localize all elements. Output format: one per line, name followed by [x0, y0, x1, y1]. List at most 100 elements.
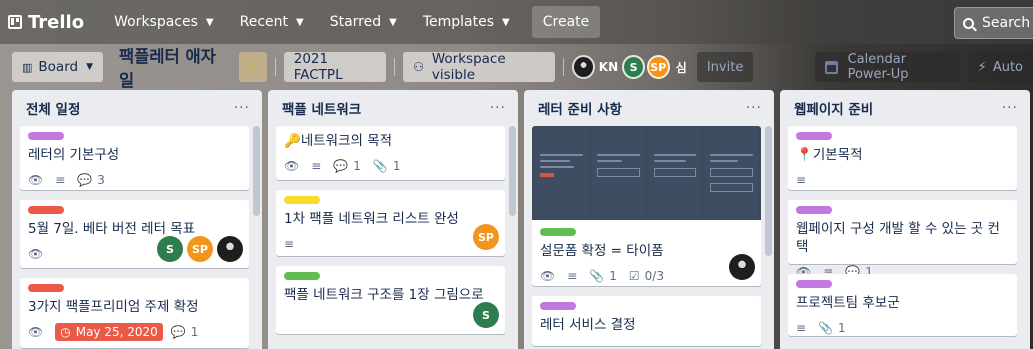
list-웹페이지-준비: 웹페이지 준비 ··· 📍기본목적 ≡ 웹페이지 구성 개발 할 수 있는 곳 …	[780, 90, 1030, 349]
logo-text: Trello	[28, 11, 85, 33]
list-menu-button[interactable]: ···	[234, 100, 250, 116]
member-avatar[interactable]: S	[473, 302, 499, 328]
attachment-badge: 📎 1	[818, 321, 846, 335]
trello-logo[interactable]: Trello	[8, 12, 84, 33]
nav-recent-label: Recent	[239, 14, 289, 30]
card-badges: 👁 ≡ 💬 1 📎 1	[284, 156, 497, 176]
card-label-green[interactable]	[540, 228, 576, 236]
nav-templates-label: Templates	[422, 14, 495, 30]
list-title[interactable]: 웹페이지 준비	[794, 98, 873, 118]
card-title: 설문폼 확정 = 타이폼	[540, 243, 664, 259]
cover-panel	[648, 126, 702, 220]
card-title: 레터 서비스 결정	[540, 317, 636, 333]
visibility-button[interactable]: ⚇ Workspace visible	[403, 51, 555, 83]
cover-panel	[705, 126, 758, 220]
card[interactable]: 레터 서비스 결정	[532, 296, 761, 346]
watch-icon: 👁	[28, 173, 44, 187]
due-date: May 25, 2020	[75, 325, 158, 339]
card-label-purple[interactable]	[540, 302, 576, 310]
automation-icon: ⚡	[977, 59, 987, 75]
card[interactable]: 웹페이지 구성 개발 할 수 있는 곳 컨택 👁 ≡ 💬 1	[788, 200, 1017, 279]
cover-panel	[591, 126, 645, 220]
card-label-red[interactable]	[28, 206, 64, 214]
list-header: 레터 준비 사항 ···	[532, 90, 766, 126]
list-scrollbar[interactable]	[509, 126, 516, 216]
nav-templates[interactable]: Templates ▼	[415, 6, 518, 38]
description-icon: ≡	[567, 269, 578, 283]
board-view-label: Board	[38, 59, 79, 75]
invite-button[interactable]: Invite	[696, 52, 754, 82]
card-badges: ≡ 📎 1	[796, 318, 1009, 338]
star-button[interactable]: ☆	[238, 52, 267, 82]
board-view-switcher[interactable]: ▥ Board ▼	[12, 52, 104, 82]
card-label-red[interactable]	[28, 284, 64, 292]
board-title[interactable]: 팩플레터 애자일	[119, 43, 225, 91]
card[interactable]: 설문폼 확정 = 타이폼 👁 ≡ 📎 1 ☑ 0/3	[532, 126, 761, 286]
nav-workspaces[interactable]: Workspaces ▼	[106, 6, 222, 38]
list-title[interactable]: 레터 준비 사항	[538, 98, 622, 118]
checklist-count: 0/3	[644, 269, 664, 283]
list-scrollbar[interactable]	[253, 126, 260, 216]
workspace-button[interactable]: 2021 FACTPL	[283, 51, 387, 83]
board-header: ▥ Board ▼ 팩플레터 애자일 ☆ 2021 FACTPL ⚇ Works…	[0, 43, 1033, 91]
card[interactable]: 🔑네트워크의 목적 👁 ≡ 💬 1 📎 1	[276, 126, 505, 180]
list-header: 웹페이지 준비 ···	[788, 90, 1022, 126]
card-label-green[interactable]	[284, 272, 320, 280]
comment-count: 3	[97, 173, 105, 187]
clock-icon: ◷	[60, 325, 71, 339]
nav-recent[interactable]: Recent ▼	[232, 6, 312, 38]
card[interactable]: 5월 7일. 베타 버전 레터 목표 👁 S SP	[20, 200, 249, 268]
card-title: 웹페이지 구성 개발 할 수 있는 곳 컨택	[796, 221, 1000, 255]
list-menu-button[interactable]: ···	[490, 100, 506, 116]
top-header: Trello Workspaces ▼ Recent ▼ Starred ▼ T…	[0, 0, 1033, 44]
card[interactable]: 1차 팩플 네트워크 리스트 완성 ≡ SP	[276, 190, 505, 256]
member-avatar[interactable]: SP	[187, 236, 213, 262]
card-badges: 👁 ≡ 💬 3	[28, 170, 241, 190]
list-menu-button[interactable]: ···	[746, 100, 762, 116]
calendar-icon	[825, 60, 838, 74]
list-menu-button[interactable]: ···	[1002, 100, 1018, 116]
attachment-badge: 📎 1	[373, 159, 401, 173]
list-레터-준비-사항: 레터 준비 사항 ··· 설문폼 확정 = 타이폼 👁 ≡ 📎 1 ☑ 0/3 레터…	[524, 90, 774, 349]
card[interactable]: 레터의 기본구성 👁 ≡ 💬 3	[20, 126, 249, 190]
search-input[interactable]: Search	[954, 7, 1033, 39]
avatar-kn[interactable]: KN	[599, 60, 618, 74]
calendar-powerup-button[interactable]: Calendar Power-Up	[815, 52, 960, 82]
card[interactable]: 팩플 네트워크 구조를 1장 그림으로 S	[276, 266, 505, 334]
avatar-sp[interactable]: SP	[646, 55, 670, 79]
watch-icon: 👁	[28, 325, 44, 339]
card-members: S SP	[153, 236, 243, 262]
avatar-s[interactable]: S	[622, 55, 645, 79]
card-title: 프로젝트팀 후보군	[796, 295, 900, 311]
card-title: 기본목적	[812, 147, 863, 163]
comment-count: 1	[353, 159, 361, 173]
list-title[interactable]: 팩플 네트워크	[282, 98, 361, 118]
card-label-purple[interactable]	[28, 132, 64, 140]
card-title: 1차 팩플 네트워크 리스트 완성	[284, 211, 459, 227]
card-badges: ≡	[284, 234, 497, 254]
automation-button[interactable]: ⚡ Auto	[967, 52, 1033, 82]
create-button[interactable]: Create	[531, 6, 601, 38]
card-label-purple[interactable]	[796, 280, 832, 288]
card-label-purple[interactable]	[796, 206, 832, 214]
avatar-photo[interactable]	[571, 55, 595, 79]
paperclip-icon: 📎	[589, 269, 605, 283]
card[interactable]: 📍기본목적 ≡	[788, 126, 1017, 190]
member-avatar-photo[interactable]	[729, 254, 755, 280]
divider	[274, 58, 276, 76]
member-avatar[interactable]: S	[157, 236, 183, 262]
due-date-badge[interactable]: ◷ May 25, 2020	[55, 323, 163, 341]
nav-starred[interactable]: Starred ▼	[322, 6, 405, 38]
card-label-purple[interactable]	[796, 132, 832, 140]
member-avatar-photo[interactable]	[217, 236, 243, 262]
attachment-count: 1	[838, 321, 846, 335]
card[interactable]: 3가지 팩플프리미엄 주제 확정 👁 ◷ May 25, 2020 💬 1	[20, 278, 249, 348]
watch-icon: 👁	[540, 269, 556, 283]
member-avatar[interactable]: SP	[473, 224, 499, 250]
card[interactable]: 프로젝트팀 후보군 ≡ 📎 1	[788, 274, 1017, 336]
card-label-yellow[interactable]	[284, 196, 320, 204]
card-title: 네트워크의 목적	[300, 133, 393, 149]
list-title[interactable]: 전체 일정	[26, 98, 80, 118]
avatar-sim[interactable]: 심	[676, 59, 687, 76]
list-scrollbar[interactable]	[765, 126, 772, 256]
